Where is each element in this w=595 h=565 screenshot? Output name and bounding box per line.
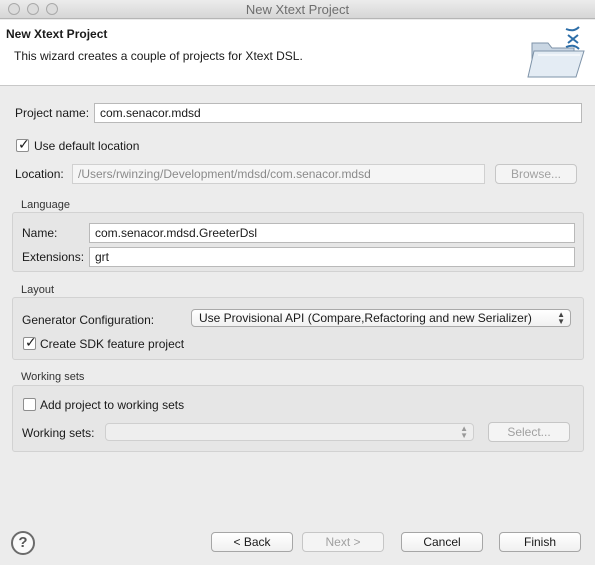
add-to-working-sets-label: Add project to working sets (40, 398, 185, 412)
extensions-field[interactable]: grt (89, 247, 575, 267)
select-working-sets-button[interactable]: Select... (488, 422, 570, 442)
generator-configuration-label: Generator Configuration: (22, 313, 155, 327)
window-titlebar: New Xtext Project (0, 0, 595, 19)
cancel-button[interactable]: Cancel (401, 532, 483, 552)
browse-button[interactable]: Browse... (495, 164, 577, 184)
back-button[interactable]: < Back (211, 532, 293, 552)
location-label: Location: (15, 167, 64, 181)
window-title: New Xtext Project (245, 2, 350, 17)
finish-button[interactable]: Finish (499, 532, 581, 552)
layout-group-title: Layout (21, 284, 55, 296)
wizard-description: This wizard creates a couple of projects… (14, 49, 303, 63)
language-group-title: Language (21, 199, 70, 211)
project-name-field[interactable]: com.senacor.mdsd (94, 103, 582, 123)
use-default-location-label: Use default location (34, 139, 140, 153)
help-icon[interactable]: ? (11, 531, 35, 555)
wizard-title: New Xtext Project (6, 27, 108, 41)
location-field[interactable]: /Users/rwinzing/Development/mdsd/com.sen… (72, 164, 485, 184)
language-name-field[interactable]: com.senacor.mdsd.GreeterDsl (89, 223, 575, 243)
checkmark-icon: ✓ (25, 334, 37, 350)
project-name-label: Project name: (15, 106, 90, 120)
create-sdk-feature-label: Create SDK feature project (40, 337, 185, 351)
working-sets-select[interactable]: ▲ ▼ (105, 423, 474, 441)
extensions-label: Extensions: (22, 250, 85, 264)
wizard-banner: New Xtext Project This wizard creates a … (0, 20, 595, 86)
working-sets-group-title: Working sets (21, 371, 85, 383)
use-default-location-checkbox[interactable]: ✓ (16, 136, 30, 152)
create-sdk-feature-checkbox[interactable]: ✓ (23, 334, 37, 350)
select-arrows-icon: ▲ ▼ (460, 424, 468, 440)
working-sets-label: Working sets: (22, 426, 95, 440)
select-arrows-icon: ▲ ▼ (557, 310, 565, 326)
add-to-working-sets-checkbox[interactable] (23, 398, 36, 411)
next-button[interactable]: Next > (302, 532, 384, 552)
generator-configuration-value: Use Provisional API (Compare,Refactoring… (199, 311, 532, 325)
generator-configuration-select[interactable]: Use Provisional API (Compare,Refactoring… (191, 309, 571, 327)
checkmark-icon: ✓ (18, 136, 30, 152)
folder-wizard-icon (524, 25, 586, 81)
language-name-label: Name: (22, 226, 58, 240)
